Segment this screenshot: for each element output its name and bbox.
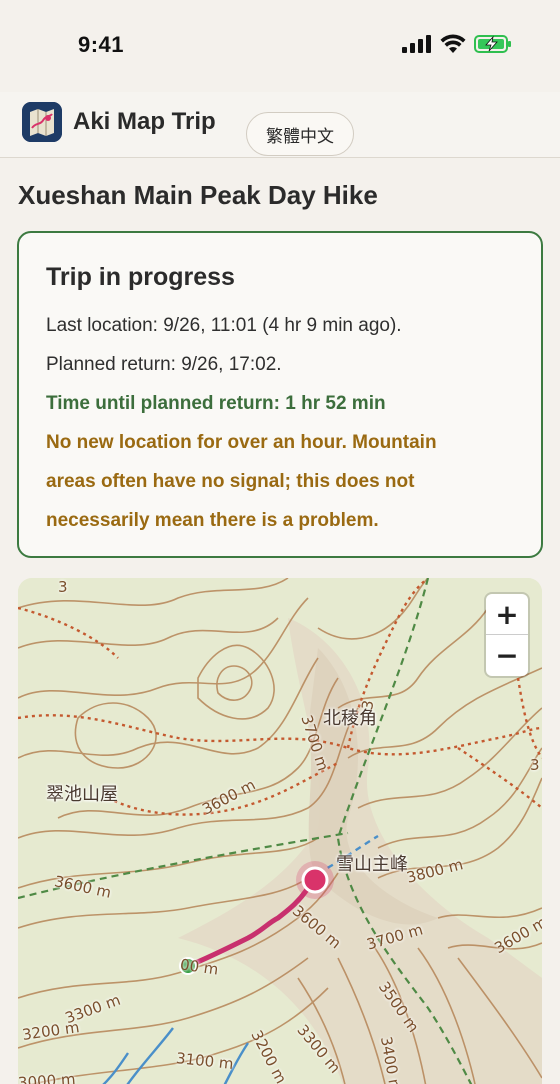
no-signal-warning-line-2: areas often have no signal; this does no… bbox=[46, 471, 415, 492]
cellular-signal-icon bbox=[402, 35, 431, 53]
contour-label: 3 bbox=[530, 756, 540, 774]
app-title: Aki Map Trip bbox=[73, 108, 216, 135]
status-bar: 9:41 bbox=[0, 0, 560, 92]
contour-label: 3 bbox=[58, 578, 68, 596]
zoom-in-button[interactable]: + bbox=[486, 594, 528, 635]
app-header: Aki Map Trip 繁體中文 bbox=[0, 92, 560, 158]
zoom-out-button[interactable]: − bbox=[486, 635, 528, 676]
wifi-icon bbox=[440, 34, 466, 53]
last-location-text: Last location: 9/26, 11:01 (4 hr 9 min a… bbox=[46, 315, 402, 336]
status-icons bbox=[402, 34, 512, 54]
place-label-cuichi-cabin: 翠池山屋 bbox=[46, 784, 118, 805]
trip-status-card: Trip in progress Last location: 9/26, 11… bbox=[17, 231, 543, 558]
battery-charging-icon bbox=[474, 35, 511, 53]
card-heading: Trip in progress bbox=[46, 263, 235, 291]
zoom-control: + − bbox=[486, 594, 528, 676]
place-label-main-peak: 雪山主峰 bbox=[336, 854, 408, 875]
current-location-marker bbox=[301, 866, 329, 894]
time-until-return-text: Time until planned return: 1 hr 52 min bbox=[46, 393, 386, 414]
no-signal-warning-line-3: necessarily mean there is a problem. bbox=[46, 510, 379, 531]
no-signal-warning-line-1: No new location for over an hour. Mounta… bbox=[46, 432, 437, 453]
status-time: 9:41 bbox=[78, 32, 125, 57]
trip-map[interactable]: 北稜角 翠池山屋 雪山主峰 3700 m 3 3600 m 3600 m 380… bbox=[18, 578, 542, 1084]
planned-return-text: Planned return: 9/26, 17:02. bbox=[46, 354, 282, 375]
trip-title: Xueshan Main Peak Day Hike bbox=[18, 180, 378, 210]
folded-map-icon bbox=[22, 102, 62, 142]
language-button[interactable]: 繁體中文 bbox=[246, 112, 354, 156]
